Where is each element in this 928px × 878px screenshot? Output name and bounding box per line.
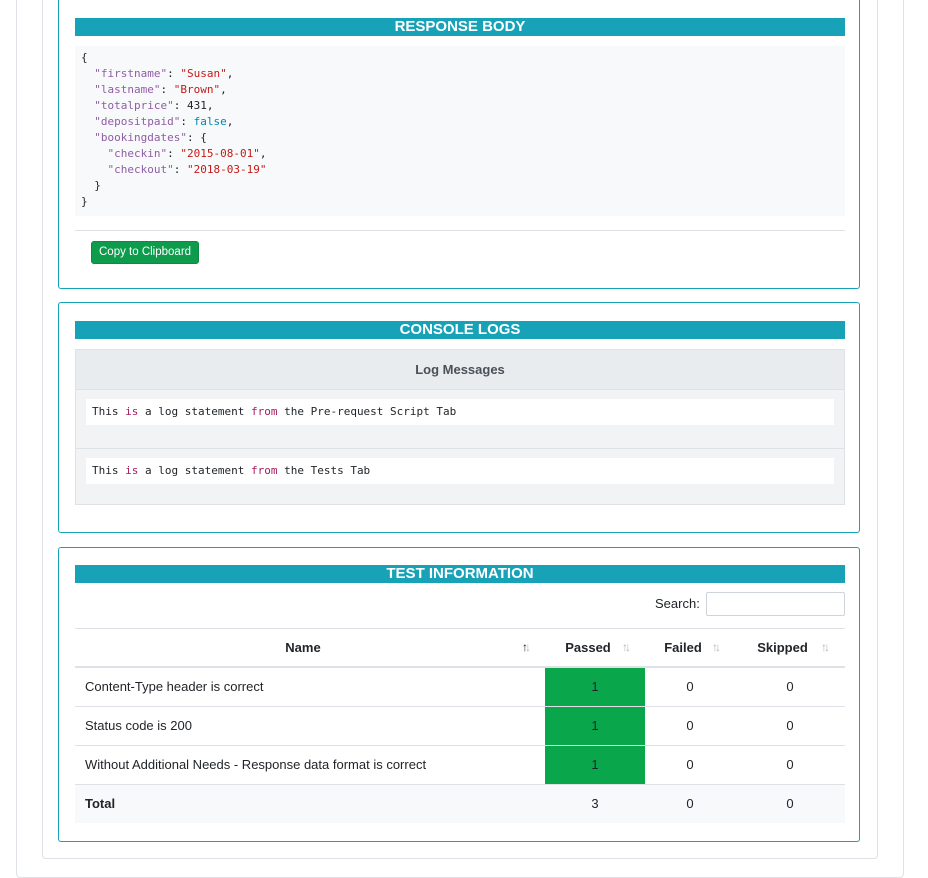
json-token: } xyxy=(94,179,101,192)
total-failed: 0 xyxy=(686,796,694,811)
json-line: "depositpaid": false, xyxy=(81,114,839,130)
search-label: Search: xyxy=(655,596,700,611)
column-header-skipped[interactable]: Skipped xyxy=(735,629,830,666)
json-token: { xyxy=(81,51,88,64)
passed-count: 1 xyxy=(545,668,645,706)
json-line: "lastname": "Brown", xyxy=(81,82,839,98)
log-token: the Tests Tab xyxy=(277,464,371,477)
search-input[interactable] xyxy=(706,592,845,616)
table-header-row: Name ↑↓ Passed ↑↓ Failed ↑↓ Skipped ↑↓ xyxy=(75,628,845,668)
log-row: This is a log statement from the Tests T… xyxy=(76,449,844,507)
json-token: "2015-08-01" xyxy=(180,147,260,160)
log-message[interactable]: This is a log statement from the Tests T… xyxy=(86,458,834,484)
json-token: , xyxy=(220,83,227,96)
json-token: : { xyxy=(186,131,207,144)
log-token: This xyxy=(92,464,126,477)
json-line: } xyxy=(81,178,839,194)
skipped-count: 0 xyxy=(786,679,794,694)
log-token: from xyxy=(250,464,278,477)
table-row: Without Additional Needs - Response data… xyxy=(75,746,845,785)
table-row: Status code is 200 1 0 0 xyxy=(75,707,845,746)
column-label: Name xyxy=(285,640,321,655)
failed-count: 0 xyxy=(686,757,694,772)
skipped-count: 0 xyxy=(786,757,794,772)
response-body-title: RESPONSE BODY xyxy=(75,18,845,36)
column-header-passed[interactable]: Passed xyxy=(545,629,631,666)
json-line: "checkin": "2015-08-01", xyxy=(81,146,839,162)
column-label: Skipped xyxy=(757,640,808,655)
json-token: , xyxy=(259,147,267,160)
json-token: "2018-03-19" xyxy=(186,163,267,176)
column-header-name[interactable]: Name xyxy=(75,629,531,666)
column-label: Passed xyxy=(565,640,611,655)
json-token: : xyxy=(167,67,181,80)
response-json-code[interactable]: { "firstname": "Susan", "lastname": "Bro… xyxy=(75,46,845,216)
json-line: { xyxy=(81,50,839,66)
json-line: "firstname": "Susan", xyxy=(81,66,839,82)
test-information-card: TEST INFORMATION Search: Name ↑↓ Passed … xyxy=(58,547,860,842)
column-label: Failed xyxy=(664,640,702,655)
test-information-title: TEST INFORMATION xyxy=(75,565,845,583)
json-token: , xyxy=(206,99,214,112)
json-token: "checkin" xyxy=(107,147,168,160)
json-token: "Susan" xyxy=(180,67,227,80)
log-messages-header: Log Messages xyxy=(76,350,844,390)
json-token: : xyxy=(160,83,174,96)
json-token: "firstname" xyxy=(94,67,168,80)
json-line: "totalprice": 431, xyxy=(81,98,839,114)
test-results-table: Name ↑↓ Passed ↑↓ Failed ↑↓ Skipped ↑↓ C… xyxy=(75,628,845,823)
log-message[interactable]: This is a log statement from the Pre-req… xyxy=(86,399,834,425)
sort-icon[interactable]: ↑↓ xyxy=(622,640,631,654)
sort-icon[interactable]: ↑↓ xyxy=(821,640,830,654)
failed-count: 0 xyxy=(686,679,694,694)
json-token: "depositpaid" xyxy=(94,115,181,128)
table-total-row: Total 3 0 0 xyxy=(75,785,845,823)
passed-count: 1 xyxy=(545,707,645,745)
log-messages-table: Log Messages This is a log statement fro… xyxy=(75,349,845,505)
test-name: Content-Type header is correct xyxy=(85,679,264,694)
total-passed: 3 xyxy=(591,796,599,811)
json-line: "bookingdates": { xyxy=(81,130,839,146)
log-token: is xyxy=(125,405,139,418)
failed-count: 0 xyxy=(686,718,694,733)
sort-icon[interactable]: ↑↓ xyxy=(712,640,721,654)
sort-ascending-icon[interactable]: ↑↓ xyxy=(522,640,531,654)
copy-to-clipboard-button[interactable]: Copy to Clipboard xyxy=(91,241,200,264)
json-line: } xyxy=(81,194,839,210)
json-token: "totalprice" xyxy=(94,99,174,112)
column-header-failed[interactable]: Failed xyxy=(645,629,721,666)
passed-count: 1 xyxy=(545,746,645,784)
json-token: "bookingdates" xyxy=(94,131,187,144)
log-token: from xyxy=(250,405,278,418)
json-token: , xyxy=(226,67,234,80)
divider xyxy=(75,230,845,231)
json-token: "lastname" xyxy=(94,83,161,96)
log-token: a log statement xyxy=(138,405,251,418)
json-token: "checkout" xyxy=(107,163,174,176)
log-token: is xyxy=(125,464,139,477)
console-logs-card: CONSOLE LOGS Log Messages This is a log … xyxy=(58,302,860,533)
json-line: "checkout": "2018-03-19" xyxy=(81,162,839,178)
log-token: the Pre-request Script Tab xyxy=(277,405,457,418)
json-token: : xyxy=(167,147,181,160)
skipped-count: 0 xyxy=(786,718,794,733)
log-token: a log statement xyxy=(138,464,251,477)
console-logs-title: CONSOLE LOGS xyxy=(75,321,845,339)
json-token: , xyxy=(226,115,234,128)
test-name: Without Additional Needs - Response data… xyxy=(85,757,427,772)
table-row: Content-Type header is correct 1 0 0 xyxy=(75,668,845,707)
json-token: : xyxy=(173,163,187,176)
test-name: Status code is 200 xyxy=(85,718,192,733)
json-token: } xyxy=(81,195,88,208)
json-token: 431 xyxy=(186,99,207,112)
json-token: : xyxy=(180,115,194,128)
response-body-card: RESPONSE BODY { "firstname": "Susan", "l… xyxy=(58,0,860,289)
json-token: : xyxy=(173,99,187,112)
total-skipped: 0 xyxy=(786,796,794,811)
json-token: false xyxy=(193,115,227,128)
total-label: Total xyxy=(85,796,116,811)
log-token: This xyxy=(92,405,126,418)
log-row: This is a log statement from the Pre-req… xyxy=(76,390,844,449)
json-token: "Brown" xyxy=(173,83,221,96)
